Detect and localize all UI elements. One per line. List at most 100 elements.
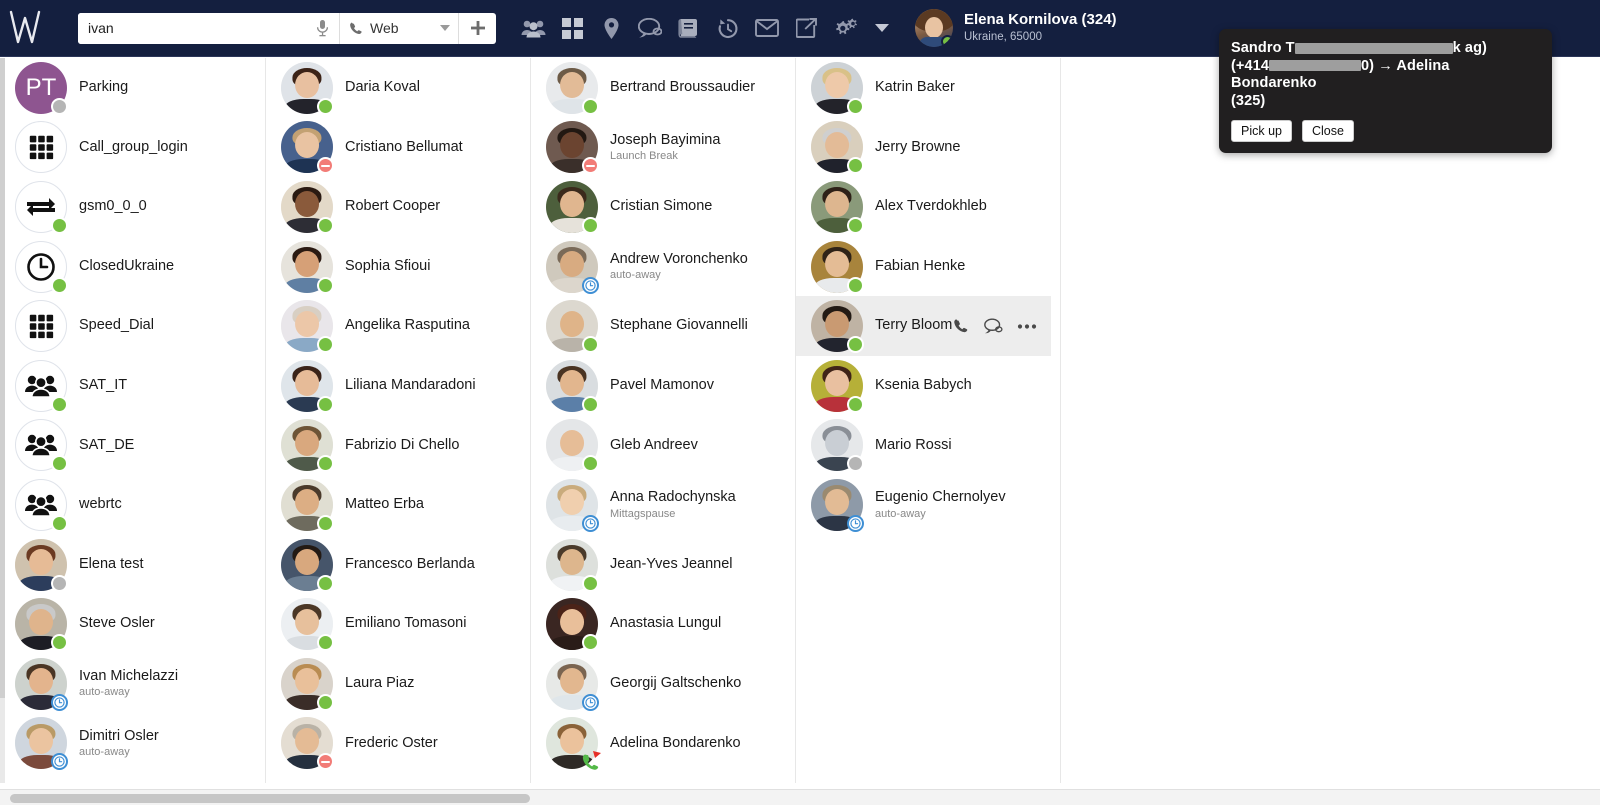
scrollbar-thumb[interactable]: [0, 58, 5, 698]
microphone-icon[interactable]: [306, 12, 340, 44]
contact-name: Mario Rossi: [875, 436, 952, 453]
status-badge-online: [582, 97, 599, 115]
contact-avatar: [15, 121, 67, 174]
call-source-select[interactable]: Web: [340, 13, 458, 44]
contact-row[interactable]: Cristiano Bellumat: [266, 118, 530, 178]
contact-name: Sophia Sfioui: [345, 257, 431, 274]
contact-row[interactable]: Jerry Browne: [796, 118, 1060, 178]
more-icon[interactable]: [1017, 323, 1037, 329]
status-badge-online: [51, 455, 68, 473]
contact-row[interactable]: Gleb Andreev: [531, 416, 795, 476]
contact-row[interactable]: Francesco Berlanda: [266, 535, 530, 595]
contact-row[interactable]: Elena test: [0, 535, 265, 595]
contact-row[interactable]: Eugenio Chernolyev auto-away: [796, 475, 1060, 535]
contact-row[interactable]: Laura Piaz: [266, 654, 530, 714]
contact-row[interactable]: Anastasia Lungul: [531, 594, 795, 654]
contact-avatar: [811, 61, 864, 115]
contact-avatar: [281, 240, 334, 294]
scrollbar-thumb[interactable]: [10, 794, 530, 803]
contact-avatar: [546, 121, 599, 175]
contact-row[interactable]: Alex Tverdokhleb: [796, 177, 1060, 237]
contact-avatar: [546, 657, 599, 711]
contact-row[interactable]: SAT_IT: [0, 356, 265, 416]
contacts-column-2: Daria Koval Cristiano Bellumat Robert Co…: [265, 58, 530, 783]
contact-row[interactable]: Anna Radochynska Mittagspause: [531, 475, 795, 535]
search-input[interactable]: [78, 12, 306, 44]
contact-row[interactable]: webrtc: [0, 475, 265, 535]
location-pin-icon[interactable]: [598, 14, 624, 42]
contact-row[interactable]: Matteo Erba: [266, 475, 530, 535]
current-user[interactable]: Elena Kornilova (324) Ukraine, 65000: [915, 9, 1117, 47]
contact-name: SAT_IT: [79, 377, 128, 394]
chevron-down-icon[interactable]: [440, 25, 450, 31]
contact-row[interactable]: gsm0_0_0: [0, 177, 265, 237]
contact-name: Call_group_login: [79, 138, 188, 155]
contact-row[interactable]: Robert Cooper: [266, 177, 530, 237]
contact-row[interactable]: Fabrizio Di Chello: [266, 416, 530, 476]
contact-row[interactable]: Andrew Voronchenko auto-away: [531, 237, 795, 297]
contact-row[interactable]: Fabian Henke: [796, 237, 1060, 297]
search-bar[interactable]: Web: [78, 12, 496, 44]
contact-row[interactable]: Jean-Yves Jeannel: [531, 535, 795, 595]
contact-row[interactable]: Joseph Bayimina Launch Break: [531, 118, 795, 178]
contact-name: ClosedUkraine: [79, 257, 175, 274]
chat-icon[interactable]: [984, 318, 1003, 334]
contact-row[interactable]: Daria Koval: [266, 58, 530, 118]
contact-name: Liliana Mandaradoni: [345, 377, 476, 394]
empty-grid-area: [1060, 58, 1600, 783]
contacts-vertical-scrollbar[interactable]: [0, 58, 5, 783]
mail-icon[interactable]: [754, 14, 780, 42]
contact-row[interactable]: Cristian Simone: [531, 177, 795, 237]
contact-row[interactable]: Bertrand Broussaudier: [531, 58, 795, 118]
contact-row[interactable]: Katrin Baker: [796, 58, 1060, 118]
contact-row[interactable]: Frederic Oster: [266, 714, 530, 774]
contact-row[interactable]: PT Parking: [0, 58, 265, 118]
wildix-logo[interactable]: [0, 0, 56, 57]
contact-name: Alex Tverdokhleb: [875, 198, 987, 215]
status-badge-online: [582, 634, 599, 652]
contact-name: Jerry Browne: [875, 138, 961, 155]
contact-avatar: [811, 180, 864, 234]
colleagues-icon[interactable]: [520, 14, 546, 42]
chat-bubble-icon[interactable]: [637, 14, 663, 42]
contact-avatar: [281, 61, 334, 115]
redacted-text: [1294, 42, 1453, 54]
add-button[interactable]: [458, 12, 496, 44]
contact-row[interactable]: Call_group_login: [0, 118, 265, 178]
phonebook-icon[interactable]: [676, 14, 702, 42]
status-badge-away: [51, 693, 68, 711]
contact-name: Andrew Voronchenko: [610, 250, 748, 267]
contact-row[interactable]: Liliana Mandaradoni: [266, 356, 530, 416]
contact-row[interactable]: ClosedUkraine: [0, 237, 265, 297]
contact-row[interactable]: Ivan Michelazzi auto-away: [0, 654, 265, 714]
contact-row[interactable]: Speed_Dial: [0, 296, 265, 356]
contact-row[interactable]: Emiliano Tomasoni: [266, 594, 530, 654]
call-icon[interactable]: [953, 318, 970, 335]
settings-gears-icon[interactable]: [832, 14, 858, 42]
horizontal-scrollbar[interactable]: [0, 789, 1600, 805]
contact-row[interactable]: Adelina Bondarenko: [531, 714, 795, 774]
contact-row[interactable]: Pavel Mamonov: [531, 356, 795, 416]
contact-avatar: [811, 478, 864, 532]
grid-view-icon[interactable]: [559, 14, 585, 42]
chevron-down-icon[interactable]: [875, 24, 889, 32]
contact-row[interactable]: Ksenia Babych: [796, 356, 1060, 416]
contact-row[interactable]: Steve Osler: [0, 594, 265, 654]
contact-name: gsm0_0_0: [79, 198, 147, 215]
contact-name: Emiliano Tomasoni: [345, 615, 467, 632]
contact-row[interactable]: Stephane Giovannelli: [531, 296, 795, 356]
contact-name: Parking: [79, 79, 129, 96]
status-badge-online: [317, 216, 334, 234]
contact-row[interactable]: Dimitri Osler auto-away: [0, 714, 265, 774]
contact-row[interactable]: Mario Rossi: [796, 416, 1060, 476]
contact-row[interactable]: SAT_DE: [0, 416, 265, 476]
contact-row[interactable]: Terry Bloom: [796, 296, 1051, 356]
status-badge-online: [847, 395, 864, 413]
contact-row[interactable]: Angelika Rasputina: [266, 296, 530, 356]
status-badge-online: [317, 276, 334, 294]
call-history-icon[interactable]: [715, 14, 741, 42]
launch-external-icon[interactable]: [793, 14, 819, 42]
status-badge-online: [317, 693, 334, 711]
contact-row[interactable]: Sophia Sfioui: [266, 237, 530, 297]
contact-row[interactable]: Georgij Galtschenko: [531, 654, 795, 714]
